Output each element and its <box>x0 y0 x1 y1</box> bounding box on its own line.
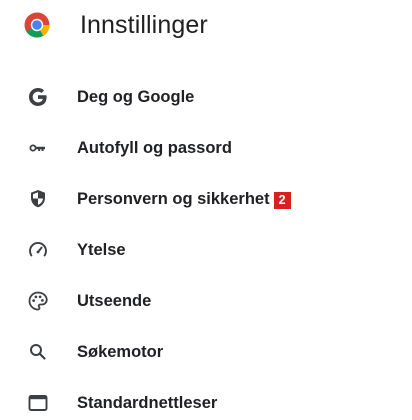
menu-item-utseende[interactable]: Utseende <box>0 276 412 327</box>
settings-menu: Deg og Google Autofyll og passord Person… <box>0 72 412 420</box>
palette-icon <box>26 289 50 313</box>
menu-item-ytelse[interactable]: Ytelse <box>0 225 412 276</box>
annotation-badge: 2 <box>273 192 291 210</box>
settings-page: Innstillinger Deg og Google Autofyll og … <box>0 0 412 420</box>
menu-item-label: Personvern og sikkerhet 2 <box>77 174 291 225</box>
shield-icon <box>26 187 50 211</box>
menu-item-label-text: Personvern og sikkerhet <box>77 190 270 208</box>
menu-item-label: Utseende <box>77 292 152 310</box>
chrome-logo-icon <box>24 12 50 38</box>
browser-window-icon <box>26 391 50 415</box>
menu-item-sokemotor[interactable]: Søkemotor <box>0 327 412 378</box>
menu-item-label: Deg og Google <box>77 88 195 106</box>
key-icon <box>26 136 50 160</box>
menu-item-personvern-og-sikkerhet[interactable]: Personvern og sikkerhet 2 <box>0 174 412 225</box>
menu-item-deg-og-google[interactable]: Deg og Google <box>0 72 412 123</box>
menu-item-standardnettleser[interactable]: Standardnettleser <box>0 378 412 420</box>
menu-item-autofyll-og-passord[interactable]: Autofyll og passord <box>0 123 412 174</box>
search-icon <box>26 340 50 364</box>
menu-item-label: Ytelse <box>77 241 126 259</box>
menu-item-label: Søkemotor <box>77 343 164 361</box>
speedometer-icon <box>26 238 50 262</box>
settings-header: Innstillinger <box>0 0 412 52</box>
menu-item-label: Standardnettleser <box>77 394 218 412</box>
page-title: Innstillinger <box>80 11 208 39</box>
google-g-icon <box>26 85 50 109</box>
menu-item-label: Autofyll og passord <box>77 139 232 157</box>
